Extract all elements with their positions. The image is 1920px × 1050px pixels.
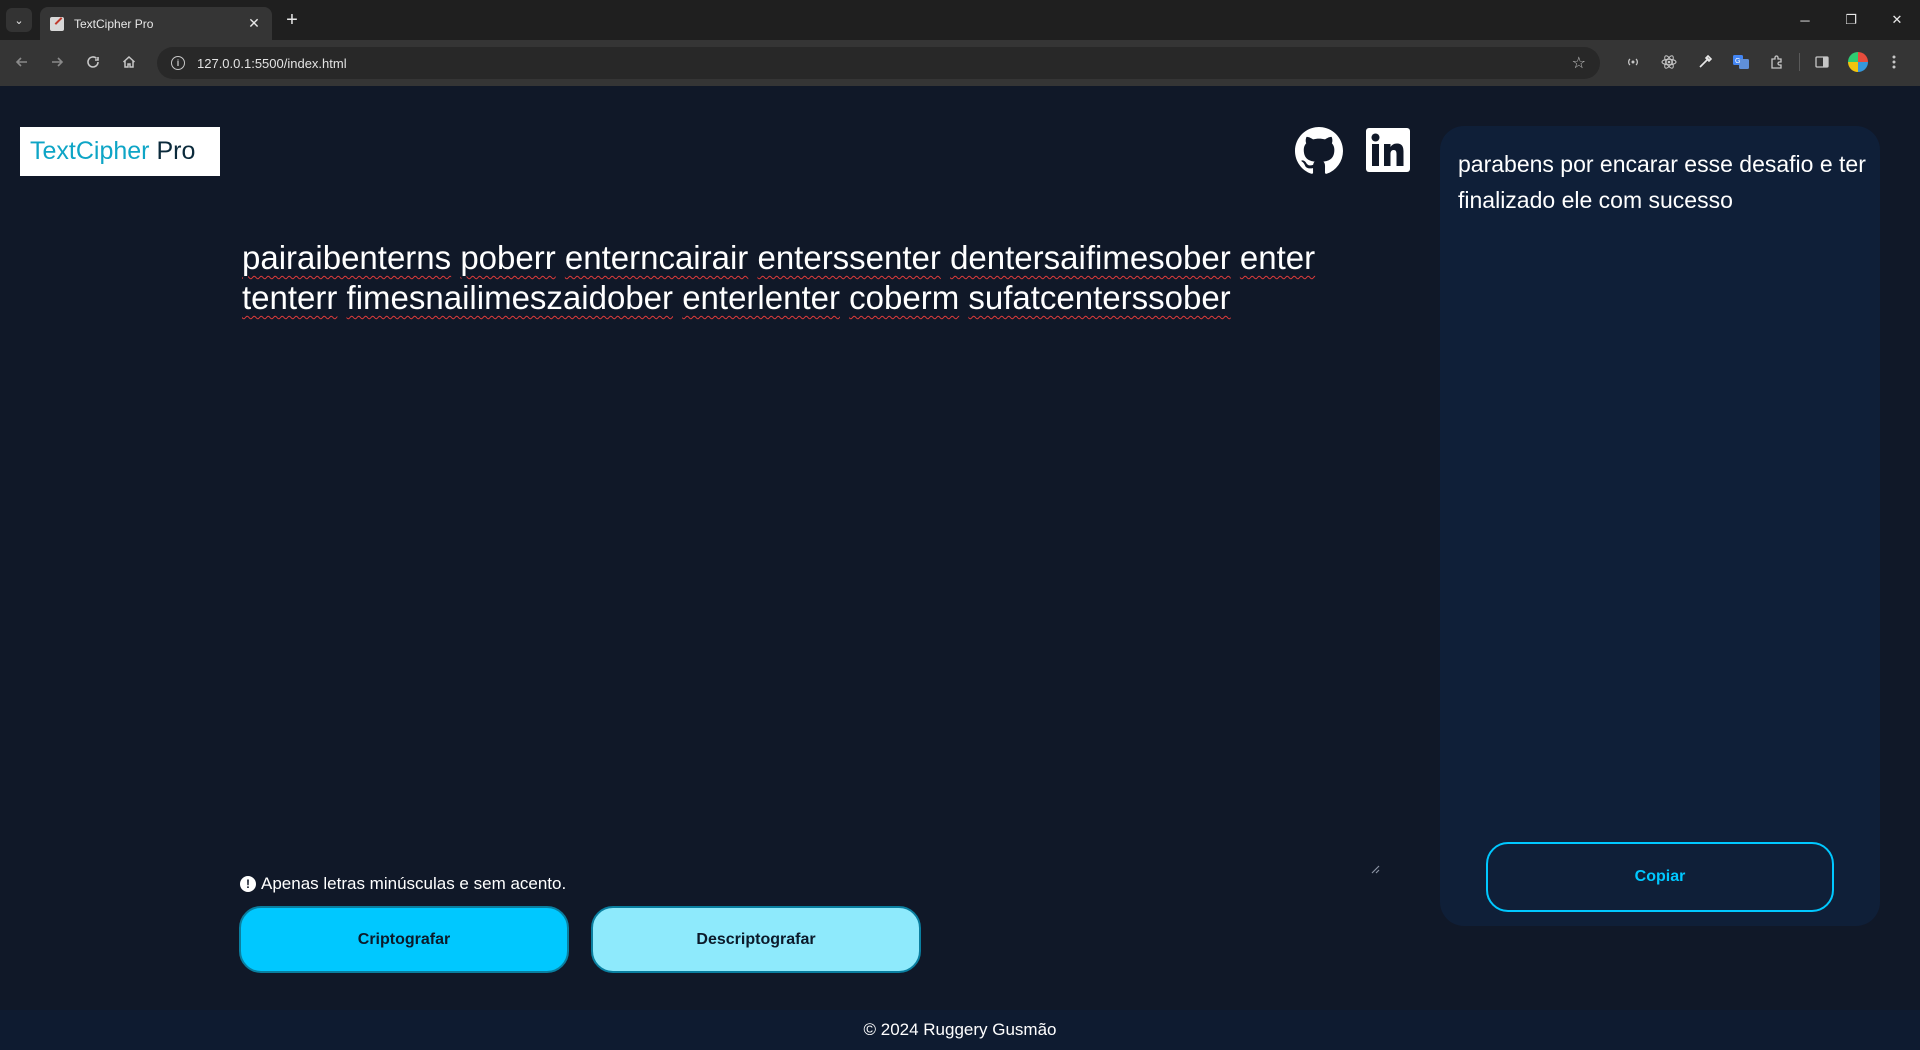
input-word: coberm xyxy=(849,279,960,316)
browser-tab[interactable]: TextCipher Pro ✕ xyxy=(40,7,272,40)
decrypt-button[interactable]: Descriptografar xyxy=(591,906,921,973)
page-footer: © 2024 Ruggery Gusmão xyxy=(0,1010,1920,1050)
side-panel-icon[interactable] xyxy=(1804,50,1840,74)
react-devtools-icon[interactable] xyxy=(1651,50,1687,74)
linkedin-link[interactable] xyxy=(1365,127,1413,175)
profile-avatar[interactable] xyxy=(1840,50,1876,74)
input-word: poberr xyxy=(460,239,556,276)
new-tab-button[interactable]: + xyxy=(282,8,302,32)
input-word: sufatcenterssober xyxy=(968,279,1231,316)
result-panel: parabens por encarar esse desafio e ter … xyxy=(1440,126,1880,926)
page-favicon-icon xyxy=(50,16,64,31)
window-controls: ─ ❐ ✕ xyxy=(1782,0,1920,40)
browser-tab-strip: ⌄ TextCipher Pro ✕ + ─ ❐ ✕ xyxy=(0,0,1920,40)
avatar-image xyxy=(1848,52,1868,72)
github-icon xyxy=(1295,127,1343,174)
app-page: TextCipher Pro pairaibenterns poberr ent… xyxy=(0,86,1920,1050)
result-text: parabens por encarar esse desafio e ter … xyxy=(1458,151,1866,213)
back-arrow-icon[interactable] xyxy=(10,50,34,74)
tab-title: TextCipher Pro xyxy=(74,16,154,31)
logo-text-primary: TextCipher xyxy=(30,137,150,165)
logo-text-secondary: Pro xyxy=(156,137,196,165)
broadcast-icon[interactable] xyxy=(1615,50,1651,74)
url-text: 127.0.0.1:5500/index.html xyxy=(197,55,347,71)
encrypt-button[interactable]: Criptografar xyxy=(239,906,569,973)
input-hint: ! Apenas letras minúsculas e sem acento. xyxy=(240,874,566,894)
input-word: pairaibenterns xyxy=(242,239,452,276)
app-logo: TextCipher Pro xyxy=(20,127,220,176)
input-word: dentersaifimesober xyxy=(950,239,1231,276)
address-bar[interactable]: i 127.0.0.1:5500/index.html ☆ xyxy=(157,47,1600,79)
resize-handle-icon[interactable] xyxy=(1368,862,1380,874)
eyedropper-icon[interactable] xyxy=(1687,50,1723,74)
tab-search-icon[interactable]: ⌄ xyxy=(6,8,32,32)
home-icon[interactable] xyxy=(117,50,141,74)
forward-arrow-icon[interactable] xyxy=(45,50,69,74)
text-input-area[interactable]: pairaibenterns poberr enterncairair ente… xyxy=(242,238,1382,768)
input-word: tenterr xyxy=(242,279,338,316)
toolbar-divider xyxy=(1799,53,1800,71)
input-word: enterncairair xyxy=(564,239,749,276)
github-link[interactable] xyxy=(1295,127,1343,175)
input-word: enterssenter xyxy=(757,239,941,276)
copy-button[interactable]: Copiar xyxy=(1486,842,1834,912)
tab-close-icon[interactable]: ✕ xyxy=(246,15,262,32)
site-info-icon[interactable]: i xyxy=(171,56,185,70)
input-word: enterlenter xyxy=(682,279,840,316)
svg-text:G: G xyxy=(1735,58,1740,65)
translate-icon[interactable]: G xyxy=(1723,50,1759,74)
bookmark-star-icon[interactable]: ☆ xyxy=(1572,53,1586,73)
input-word: enter xyxy=(1239,239,1316,276)
footer-copyright: © 2024 Ruggery Gusmão xyxy=(863,1020,1057,1039)
minimize-button[interactable]: ─ xyxy=(1782,0,1828,40)
hint-text: Apenas letras minúsculas e sem acento. xyxy=(261,874,567,893)
restore-button[interactable]: ❐ xyxy=(1828,0,1874,40)
linkedin-icon xyxy=(1366,128,1410,172)
extensions-puzzle-icon[interactable] xyxy=(1759,50,1795,74)
input-word: fimesnailimeszaidober xyxy=(346,279,674,316)
close-window-button[interactable]: ✕ xyxy=(1874,0,1920,40)
reload-icon[interactable] xyxy=(81,50,105,74)
extensions-area: G xyxy=(1615,50,1912,74)
menu-kebab-icon[interactable] xyxy=(1876,50,1912,74)
exclamation-icon: ! xyxy=(240,876,256,892)
